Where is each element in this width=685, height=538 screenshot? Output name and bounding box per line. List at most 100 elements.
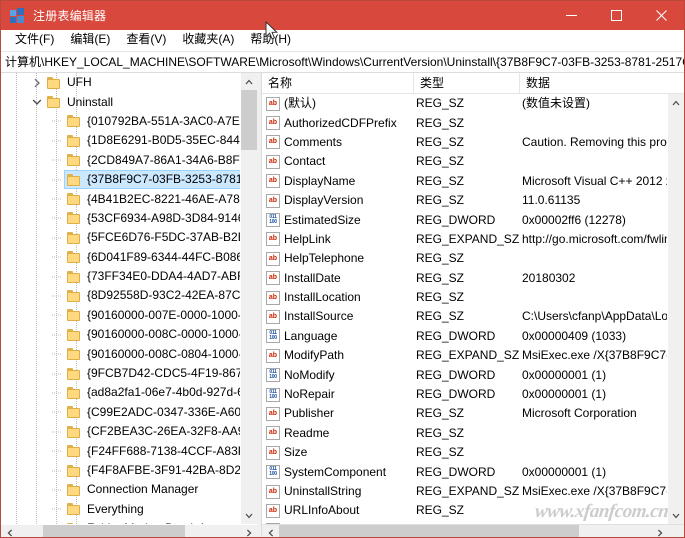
tree-item[interactable]: {90160000-008C-0000-1000-0 [1,325,249,344]
menu-item-view[interactable]: 查看(V) [118,31,174,49]
tree-scroll-down-arrow[interactable] [241,507,257,524]
values-hscroll-thumb[interactable] [279,525,579,537]
table-row[interactable]: ab (默认) REG_SZ (数值未设置) [262,94,668,113]
values-hscroll-left-arrow[interactable] [262,525,279,537]
tree-item[interactable]: Connection Manager [1,480,241,499]
values-scroll-down-arrow[interactable] [668,507,684,524]
value-name: InstallDate [284,270,341,285]
table-row[interactable]: 011 100 NoModify REG_DWORD 0x00000001 (1) [262,365,668,384]
chevron-right-icon[interactable] [29,73,45,92]
value-name-cell: ab AuthorizedCDFPrefix [262,116,414,131]
table-row[interactable]: ab URLInfoAbout REG_SZ [262,501,668,520]
tree-item[interactable]: {2CD849A7-86A1-34A6-B8F9-4 [1,151,257,170]
tree-item[interactable]: {1D8E6291-B0D5-35EC-8441-6 [1,131,257,150]
tree-item[interactable]: {CF2BEA3C-26EA-32F8-AA9B- [1,422,256,441]
value-type: REG_SZ [416,503,465,518]
folder-icon [66,114,82,128]
table-row[interactable]: ab Size REG_SZ [262,443,668,462]
table-row[interactable]: ab Publisher REG_SZ Microsoft Corporation [262,404,668,423]
tree-item[interactable]: UFH [1,73,241,92]
tree-item[interactable]: {53CF6934-A98D-3D84-9146-F [1,209,256,228]
column-header-type[interactable]: 类型 [414,73,520,93]
tree-hscroll-thumb[interactable] [43,525,185,537]
maximize-button[interactable] [594,1,639,30]
table-row[interactable]: ab UninstallString REG_EXPAND_SZ MsiExec.ex… [262,482,668,501]
table-row[interactable]: ab Comments REG_SZ Caution. Removing this p… [262,133,668,152]
table-row[interactable]: ab DisplayVersion REG_SZ 11.0.61135 [262,191,668,210]
values-horizontal-scrollbar[interactable] [262,524,684,537]
close-button[interactable] [639,1,684,30]
tree-item[interactable]: Uninstall [1,92,241,111]
tree-scroll-up-arrow[interactable] [241,73,257,90]
tree-item-content: {9FCB7D42-CDC5-4F19-8672- [65,364,253,383]
values-hscroll-right-arrow[interactable] [651,525,668,537]
tree-item[interactable]: {F4F8AFBE-3F91-42BA-8D2B-C [1,461,257,480]
table-row[interactable]: ab AuthorizedCDFPrefix REG_SZ [262,113,668,132]
chevron-down-icon[interactable] [29,93,45,112]
menu-item-favorites[interactable]: 收藏夹(A) [174,31,242,49]
title-bar[interactable]: 注册表编辑器 [1,1,684,30]
tree-hscroll-left-arrow[interactable] [1,525,18,537]
tree-horizontal-scrollbar[interactable] [1,524,257,537]
tree-item[interactable]: Everything [1,500,241,519]
menu-item-file[interactable]: 文件(F) [7,31,62,49]
table-row[interactable]: ab HelpTelephone REG_SZ [262,249,668,268]
minimize-button[interactable] [549,1,594,30]
tree-item[interactable]: {010792BA-551A-3AC0-A7EF-C [1,112,257,131]
value-name-cell: ab Publisher [262,406,414,421]
table-row[interactable]: 011 100 EstimatedSize REG_DWORD 0x00002ff6 (… [262,210,668,229]
table-row[interactable]: ab DisplayName REG_SZ Microsoft Visual C++ … [262,172,668,191]
table-row[interactable]: ab InstallDate REG_SZ 20180302 [262,269,668,288]
table-row[interactable]: 011 100 Language REG_DWORD 0x00000409 (1033) [262,327,668,346]
registry-path: 计算机\HKEY_LOCAL_MACHINE\SOFTWARE\Microsof… [5,54,684,69]
tree-item[interactable]: {4B41B2EC-8221-46AE-A787-A [1,189,257,208]
values-scroll-up-arrow[interactable] [668,94,684,111]
string-value-icon: ab [266,348,280,363]
tree-item[interactable]: {8D92558D-93C2-42EA-87C8- [1,286,251,305]
table-row[interactable]: ab InstallSource REG_SZ C:\Users\cfanp\AppD… [262,307,668,326]
tree-node-connector [49,480,65,499]
table-row[interactable]: ab Contact REG_SZ [262,152,668,171]
column-header-data[interactable]: 数据 [520,73,684,93]
address-bar[interactable]: 计算机\HKEY_LOCAL_MACHINE\SOFTWARE\Microsof… [1,51,684,73]
value-name: Publisher [284,406,335,421]
tree-item[interactable]: {C99E2ADC-0347-336E-A603- [1,403,252,422]
value-name-cell: ab HelpTelephone [262,251,414,266]
values-vertical-scrollbar[interactable] [667,94,684,524]
tree-item[interactable]: {73FF34E0-DDA4-4AD7-ABF0- [1,267,255,286]
tree-item[interactable]: {F24FF688-7138-4CCF-A83F-7 [1,441,256,460]
tree-vertical-scrollbar[interactable] [240,73,257,524]
tree-item-content: {90160000-008C-0804-1000-0 [65,345,249,364]
value-name: NoRepair [284,387,335,402]
folder-icon [66,173,82,187]
table-row[interactable]: ab Readme REG_SZ [262,424,668,443]
value-name: SystemComponent [284,464,387,479]
tree-item[interactable]: {90160000-007E-0000-1000-0 [1,306,248,325]
string-value-icon: ab [266,503,280,518]
tree-hscroll-right-arrow[interactable] [240,525,257,537]
tree-item[interactable]: {37B8F9C7-03FB-3253-8781-2 [1,170,257,190]
menu-item-edit[interactable]: 编辑(E) [62,31,118,49]
tree-item[interactable]: {6D041F89-6344-44FC-B086-3 [1,248,254,267]
table-row[interactable]: 011 100 NoRepair REG_DWORD 0x00000001 (1) [262,385,668,404]
value-type: REG_SZ [416,173,465,188]
table-row[interactable]: 011 100 SystemComponent REG_DWORD 0x00000001… [262,462,668,481]
column-header-name[interactable]: 名称 [262,73,414,93]
string-value-icon: ab [266,174,280,189]
table-row[interactable]: ab ModifyPath REG_EXPAND_SZ MsiExec.exe /X{… [262,346,668,365]
tree-scroll-thumb[interactable] [241,90,257,150]
tree-item-label: {90160000-008C-0000-1000-0 [87,327,250,342]
tree-item[interactable]: {9FCB7D42-CDC5-4F19-8672- [1,364,253,383]
table-row[interactable]: ab InstallLocation REG_SZ [262,288,668,307]
tree-item[interactable]: {90160000-008C-0804-1000-0 [1,344,249,363]
menu-item-help[interactable]: 帮助(H) [242,31,299,49]
tree-item[interactable]: {5FCE6D76-F5DC-37AB-B2B8- [1,228,256,247]
table-row[interactable]: ab HelpLink REG_EXPAND_SZ http://go.microso… [262,230,668,249]
tree-item[interactable]: {ad8a2fa1-06e7-4b0d-927d-6 [1,383,244,402]
value-name-cell: ab UninstallString [262,484,414,499]
